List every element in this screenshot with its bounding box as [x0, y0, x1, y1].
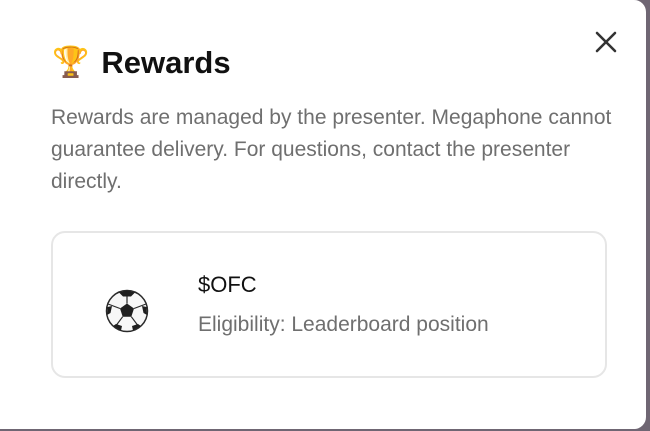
reward-name: $OFC	[198, 272, 257, 297]
reward-eligibility: Eligibility: Leaderboard position	[198, 313, 489, 336]
soccer-ball-icon	[105, 289, 149, 333]
close-button[interactable]	[590, 26, 622, 58]
dialog-description: Rewards are managed by the presenter. Me…	[51, 106, 612, 193]
dialog-title: Rewards	[101, 45, 231, 80]
reward-card[interactable]: $OFC Eligibility: Leaderboard position	[51, 231, 607, 378]
rewards-dialog: 🏆 Rewards Rewards are managed by the pre…	[0, 0, 646, 429]
dialog-header: 🏆 Rewards	[52, 44, 231, 82]
close-icon	[595, 31, 617, 53]
trophy-icon: 🏆	[52, 45, 90, 80]
